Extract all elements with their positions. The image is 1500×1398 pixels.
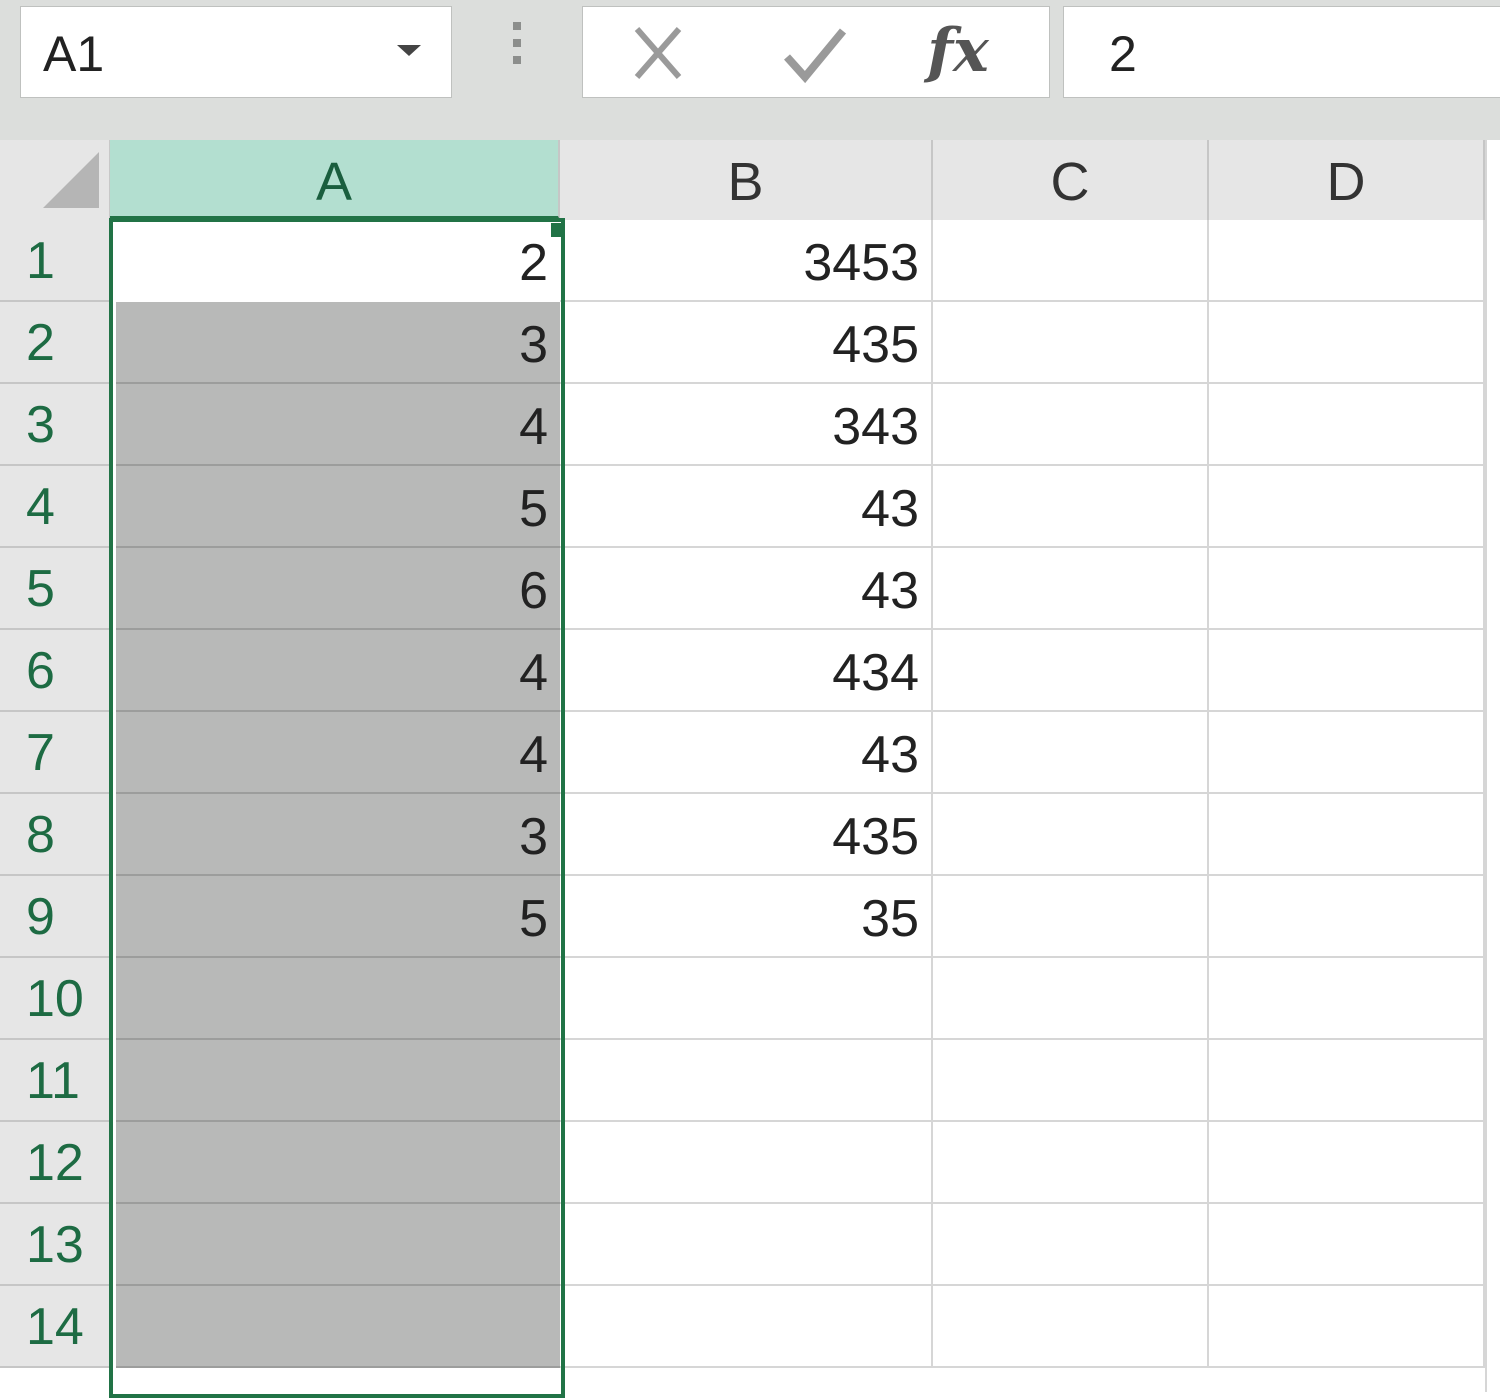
column-header-c[interactable]: C bbox=[933, 140, 1209, 220]
row-header-7[interactable]: 7 bbox=[0, 712, 110, 794]
column-header-a[interactable]: A bbox=[110, 140, 560, 220]
cell-b8[interactable]: 435 bbox=[560, 794, 933, 876]
formula-input[interactable]: 2 bbox=[1063, 6, 1500, 98]
row-header-3[interactable]: 3 bbox=[0, 384, 110, 466]
cell-a1[interactable]: 2 bbox=[116, 220, 560, 302]
cell-a5[interactable]: 6 bbox=[116, 548, 560, 630]
row-header-13[interactable]: 13 bbox=[0, 1204, 110, 1286]
cell-a4[interactable]: 5 bbox=[116, 466, 560, 548]
cell-a13[interactable] bbox=[116, 1204, 560, 1286]
cell-b5[interactable]: 43 bbox=[560, 548, 933, 630]
name-box[interactable]: A1 bbox=[20, 6, 452, 98]
formula-buttons: fx bbox=[582, 6, 1050, 98]
cell-c1[interactable] bbox=[933, 220, 1209, 302]
cell-c5[interactable] bbox=[933, 548, 1209, 630]
cell-c14[interactable] bbox=[933, 1286, 1209, 1368]
cancel-icon[interactable] bbox=[623, 21, 693, 85]
cell-c12[interactable] bbox=[933, 1122, 1209, 1204]
row-header-12[interactable]: 12 bbox=[0, 1122, 110, 1204]
cell-d1[interactable] bbox=[1209, 220, 1485, 302]
cell-d9[interactable] bbox=[1209, 876, 1485, 958]
name-box-value: A1 bbox=[43, 26, 105, 82]
row-header-8[interactable]: 8 bbox=[0, 794, 110, 876]
cell-b10[interactable] bbox=[560, 958, 933, 1040]
cell-d3[interactable] bbox=[1209, 384, 1485, 466]
cell-a11[interactable] bbox=[116, 1040, 560, 1122]
cell-d2[interactable] bbox=[1209, 302, 1485, 384]
cell-b14[interactable] bbox=[560, 1286, 933, 1368]
cell-c7[interactable] bbox=[933, 712, 1209, 794]
row-header-10[interactable]: 10 bbox=[0, 958, 110, 1040]
cell-c11[interactable] bbox=[933, 1040, 1209, 1122]
cell-d11[interactable] bbox=[1209, 1040, 1485, 1122]
row-header-11[interactable]: 11 bbox=[0, 1040, 110, 1122]
cell-a10[interactable] bbox=[116, 958, 560, 1040]
select-all-button[interactable] bbox=[0, 140, 110, 220]
cell-b4[interactable]: 43 bbox=[560, 466, 933, 548]
cell-a7[interactable]: 4 bbox=[116, 712, 560, 794]
cell-c13[interactable] bbox=[933, 1204, 1209, 1286]
cell-d4[interactable] bbox=[1209, 466, 1485, 548]
cell-d8[interactable] bbox=[1209, 794, 1485, 876]
cell-b6[interactable]: 434 bbox=[560, 630, 933, 712]
formula-bar: A1 fx 2 bbox=[0, 0, 1500, 140]
chevron-down-icon[interactable] bbox=[397, 45, 421, 56]
cell-a9[interactable]: 5 bbox=[116, 876, 560, 958]
cell-a2[interactable]: 3 bbox=[116, 302, 560, 384]
cell-c4[interactable] bbox=[933, 466, 1209, 548]
column-header-b[interactable]: B bbox=[560, 140, 933, 220]
select-all-triangle-icon bbox=[43, 152, 99, 208]
column-header-d[interactable]: D bbox=[1209, 140, 1485, 220]
cell-a8[interactable]: 3 bbox=[116, 794, 560, 876]
cell-b11[interactable] bbox=[560, 1040, 933, 1122]
cell-b1[interactable]: 3453 bbox=[560, 220, 933, 302]
cell-a3[interactable]: 4 bbox=[116, 384, 560, 466]
cell-b13[interactable] bbox=[560, 1204, 933, 1286]
cell-d6[interactable] bbox=[1209, 630, 1485, 712]
cell-c10[interactable] bbox=[933, 958, 1209, 1040]
row-header-4[interactable]: 4 bbox=[0, 466, 110, 548]
cell-a12[interactable] bbox=[116, 1122, 560, 1204]
row-header-14[interactable]: 14 bbox=[0, 1286, 110, 1368]
cell-c8[interactable] bbox=[933, 794, 1209, 876]
cell-d5[interactable] bbox=[1209, 548, 1485, 630]
insert-function-icon[interactable]: fx bbox=[923, 11, 993, 86]
cell-a14[interactable] bbox=[116, 1286, 560, 1368]
row-header-1[interactable]: 1 bbox=[0, 220, 110, 302]
cell-c6[interactable] bbox=[933, 630, 1209, 712]
cell-b3[interactable]: 343 bbox=[560, 384, 933, 466]
cell-d7[interactable] bbox=[1209, 712, 1485, 794]
cell-d13[interactable] bbox=[1209, 1204, 1485, 1286]
cell-a6[interactable]: 4 bbox=[116, 630, 560, 712]
fill-handle[interactable] bbox=[551, 223, 565, 237]
grid-edge bbox=[1485, 140, 1500, 1392]
cell-b2[interactable]: 435 bbox=[560, 302, 933, 384]
formula-bar-grip-icon[interactable] bbox=[512, 22, 522, 72]
cell-d12[interactable] bbox=[1209, 1122, 1485, 1204]
cell-b7[interactable]: 43 bbox=[560, 712, 933, 794]
cell-c9[interactable] bbox=[933, 876, 1209, 958]
cell-b9[interactable]: 35 bbox=[560, 876, 933, 958]
enter-check-icon[interactable] bbox=[779, 21, 849, 85]
cell-c2[interactable] bbox=[933, 302, 1209, 384]
formula-value: 2 bbox=[1109, 26, 1137, 82]
cell-c3[interactable] bbox=[933, 384, 1209, 466]
row-header-6[interactable]: 6 bbox=[0, 630, 110, 712]
row-header-9[interactable]: 9 bbox=[0, 876, 110, 958]
cell-d10[interactable] bbox=[1209, 958, 1485, 1040]
row-header-2[interactable]: 2 bbox=[0, 302, 110, 384]
cell-b12[interactable] bbox=[560, 1122, 933, 1204]
cell-d14[interactable] bbox=[1209, 1286, 1485, 1368]
row-header-5[interactable]: 5 bbox=[0, 548, 110, 630]
